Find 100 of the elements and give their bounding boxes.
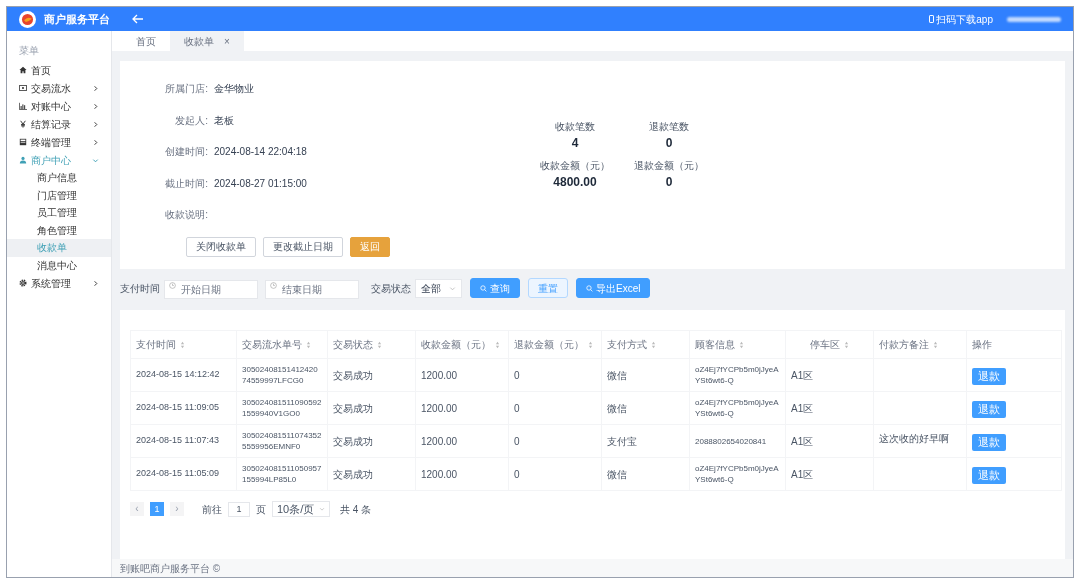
submenu-item[interactable]: 消息中心: [7, 256, 111, 274]
table-cell-text: 0: [514, 467, 521, 482]
filter-button[interactable]: 查询: [470, 278, 520, 298]
filter-button[interactable]: 导出Excel: [576, 278, 651, 298]
column-header: 交易流水单号: [242, 338, 302, 352]
page-input[interactable]: 1: [228, 501, 250, 517]
home-icon: [19, 66, 27, 74]
search-icon: [480, 284, 487, 292]
table-cell-text: 交易成功: [333, 467, 374, 482]
card-icon: [19, 84, 27, 92]
refund-button[interactable]: 退款: [972, 367, 1006, 385]
sidebar-item[interactable]: 对账中心: [7, 97, 111, 115]
submenu-item[interactable]: 员工管理: [7, 204, 111, 222]
table-cell-text: 微信: [607, 401, 628, 416]
table-cell: oZ4Ej7fYCPb5m0jJyeAYSt6wt6-Q: [695, 397, 780, 419]
stat-label: 退款金额（元）: [634, 159, 704, 173]
refund-button[interactable]: 退款: [972, 466, 1006, 484]
table-cell: oZ4Ej7fYCPb5m0jJyeAYSt6wt6-Q: [695, 364, 780, 386]
gear-icon: [19, 279, 27, 287]
back-arrow-icon[interactable]: [132, 14, 144, 24]
table-cell-text: 这次收的好早啊: [879, 432, 950, 446]
app-title: 商户服务平台: [44, 11, 110, 27]
action-button[interactable]: 关闭收款单: [186, 236, 256, 257]
sidebar-item[interactable]: 系统管理: [7, 274, 111, 292]
table-cell: 3050240815110905921559940V1GO0: [242, 397, 322, 419]
field-value: 金华物业: [214, 82, 254, 97]
download-app-link[interactable]: 扫码下载app: [936, 11, 993, 27]
table-cell-text: 交易成功: [333, 368, 374, 383]
yen-icon: [19, 120, 27, 128]
table-cell-text: 0: [514, 401, 521, 416]
sort-icon[interactable]: [495, 340, 500, 349]
chevron-right-icon: [92, 84, 99, 92]
field-value: 2024-08-14 22:04:18: [214, 145, 307, 160]
column-header: 停车区: [810, 338, 840, 352]
field-value: 老板: [214, 113, 234, 128]
table-cell-text: 1200.00: [421, 434, 459, 449]
sort-icon[interactable]: [933, 340, 938, 349]
column-header: 退款金额（元）: [514, 338, 584, 352]
sort-icon[interactable]: [651, 340, 656, 349]
close-icon[interactable]: ×: [224, 33, 230, 49]
submenu-item[interactable]: 商户信息: [7, 169, 111, 187]
table-cell-text: 2024-08-15 11:09:05: [136, 401, 220, 415]
sort-icon[interactable]: [844, 340, 849, 349]
submenu-item[interactable]: 角色管理: [7, 221, 111, 239]
column-header: 交易状态: [333, 338, 373, 352]
date-field[interactable]: 开始日期: [164, 280, 258, 299]
table-cell-text: 1200.00: [421, 368, 459, 383]
footer-text: 到账吧商户服务平台 ©: [120, 561, 221, 576]
menu-heading: 菜单: [18, 44, 40, 58]
table-cell-text: 1200.00: [421, 467, 459, 482]
submenu-item[interactable]: 门店管理: [7, 186, 111, 204]
clock-icon: [169, 282, 176, 289]
submenu-item[interactable]: 收款单: [7, 239, 111, 257]
sort-icon[interactable]: [180, 340, 185, 349]
page-size-select[interactable]: 10条/页: [272, 501, 330, 517]
table-cell: 305024081511050957155994LP85L0: [242, 463, 322, 485]
chevron-down-icon: [92, 156, 99, 164]
filter-label: 交易状态: [371, 281, 411, 296]
sort-icon[interactable]: [588, 340, 593, 349]
sidebar-item[interactable]: 终端管理: [7, 133, 111, 151]
field-label: 收款说明:: [164, 208, 208, 223]
field-label: 所属门店:: [164, 82, 208, 97]
table-cell-text: 2024-08-15 11:07:43: [136, 434, 220, 448]
column-header: 顾客信息: [695, 338, 735, 352]
sidebar-item[interactable]: 首页: [7, 61, 111, 79]
date-field[interactable]: 结束日期: [265, 280, 359, 299]
refund-button[interactable]: 退款: [972, 433, 1006, 451]
sidebar-item[interactable]: 结算记录: [7, 115, 111, 133]
chevron-right-icon: [92, 138, 99, 146]
field-label: 发起人:: [174, 113, 208, 128]
field-value: 2024-08-27 01:15:00: [214, 176, 307, 191]
table-cell-text: 微信: [607, 368, 628, 383]
table-cell-text: A1区: [791, 467, 815, 482]
table-cell-text: 1200.00: [421, 401, 459, 416]
table-cell-text: 交易成功: [333, 401, 374, 416]
sidebar-item[interactable]: 交易流水: [7, 79, 111, 97]
clock-icon: [270, 282, 277, 289]
table-cell-text: 0: [514, 434, 521, 449]
status-select[interactable]: 全部: [415, 278, 462, 298]
table-cell-text: A1区: [791, 368, 815, 383]
field-label: 创建时间:: [164, 145, 208, 160]
sort-icon[interactable]: [306, 340, 311, 349]
stat-label: 收款笔数: [555, 120, 595, 134]
redacted-bar: [1007, 16, 1061, 22]
action-button[interactable]: 更改截止日期: [263, 236, 343, 257]
tab[interactable]: 收款单 ×: [170, 31, 244, 51]
stat-label: 退款笔数: [649, 120, 689, 134]
sort-icon[interactable]: [739, 340, 744, 349]
search-icon: [586, 284, 593, 292]
user-icon: [19, 156, 27, 164]
stat-value: 0: [665, 174, 673, 191]
total-count: 共 4 条: [340, 502, 372, 517]
sidebar-item[interactable]: 商户中心: [7, 151, 111, 169]
stat-value: 4800.00: [553, 174, 597, 191]
page-button[interactable]: 1: [150, 502, 164, 516]
chevron-down-icon: [319, 506, 325, 512]
sort-icon[interactable]: [377, 340, 382, 349]
chevron-right-icon: [92, 279, 99, 287]
logo-icon: [19, 10, 36, 28]
refund-button[interactable]: 退款: [972, 400, 1006, 418]
